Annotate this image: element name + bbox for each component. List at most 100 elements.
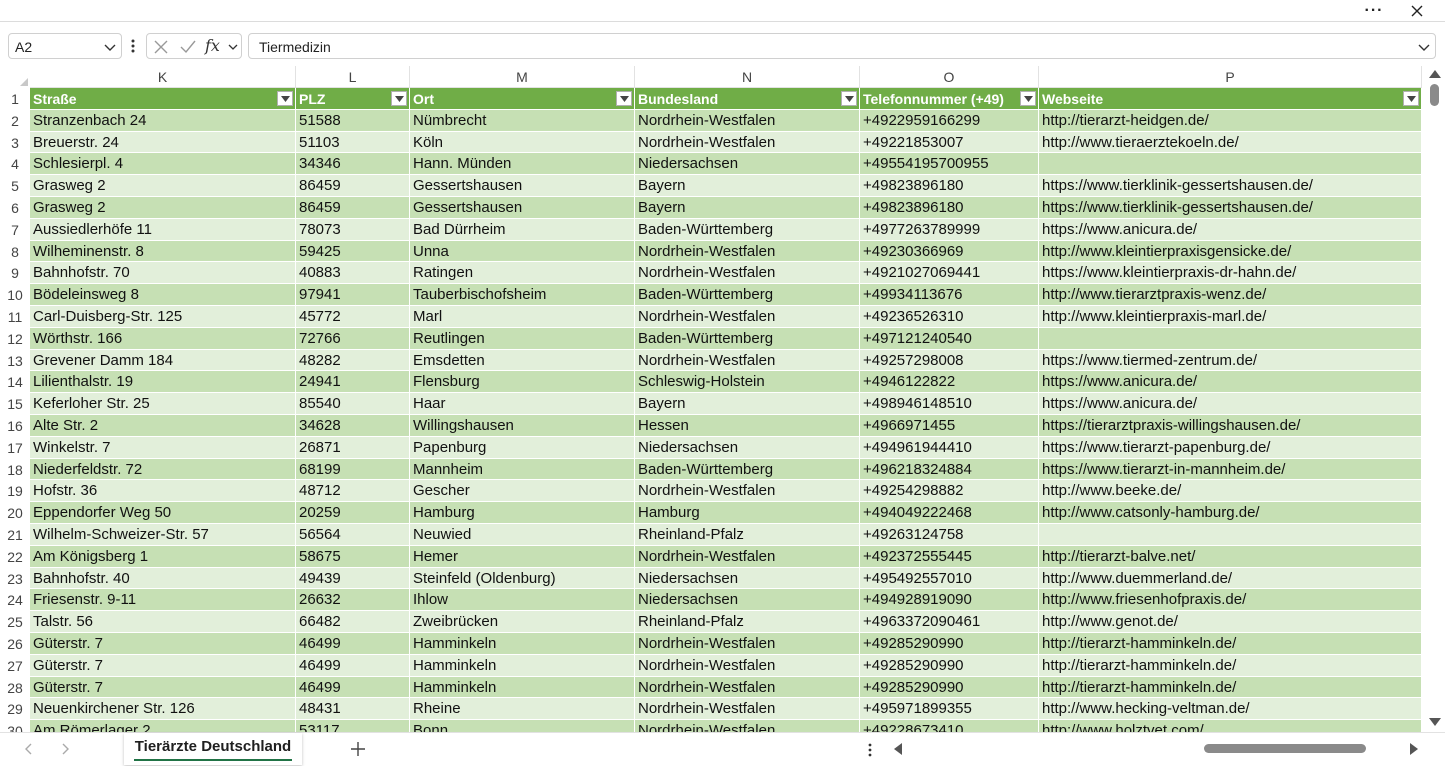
table-cell[interactable]: Winkelstr. 7 bbox=[30, 436, 296, 459]
table-cell[interactable]: Hemer bbox=[410, 545, 635, 568]
table-cell[interactable]: Neuenkirchener Str. 126 bbox=[30, 698, 296, 721]
table-cell[interactable]: 53117 bbox=[296, 720, 410, 732]
table-cell[interactable]: http://www.hecking-veltman.de/ bbox=[1039, 698, 1422, 721]
table-cell[interactable]: +49257298008 bbox=[860, 349, 1039, 372]
filter-dropdown-button[interactable] bbox=[1403, 91, 1419, 106]
table-cell[interactable]: Grevener Damm 184 bbox=[30, 349, 296, 372]
table-cell[interactable]: Unna bbox=[410, 240, 635, 263]
table-cell[interactable]: +49285290990 bbox=[860, 654, 1039, 677]
table-cell[interactable]: Nümbrecht bbox=[410, 109, 635, 132]
header-cell[interactable]: Ort bbox=[410, 88, 635, 110]
table-cell[interactable]: +4946122822 bbox=[860, 371, 1039, 394]
table-cell[interactable]: 97941 bbox=[296, 284, 410, 306]
table-cell[interactable]: +49554195700955 bbox=[860, 153, 1039, 176]
table-cell[interactable]: Nordrhein-Westfalen bbox=[635, 262, 860, 285]
row-header-22[interactable]: 22 bbox=[0, 546, 30, 568]
row-header-20[interactable]: 20 bbox=[0, 502, 30, 524]
table-cell[interactable]: 34346 bbox=[296, 153, 410, 176]
cancel-icon[interactable] bbox=[153, 39, 169, 55]
insert-function-icon[interactable]: fx bbox=[205, 36, 220, 55]
table-cell[interactable] bbox=[1039, 153, 1422, 176]
table-cell[interactable]: 51103 bbox=[296, 131, 410, 154]
table-cell[interactable]: +49230366969 bbox=[860, 240, 1039, 263]
checkmark-icon[interactable] bbox=[179, 39, 197, 55]
table-cell[interactable]: +494961944410 bbox=[860, 436, 1039, 459]
table-cell[interactable]: Hamburg bbox=[410, 502, 635, 524]
name-box[interactable]: A2 bbox=[8, 33, 122, 59]
row-header-11[interactable]: 11 bbox=[0, 306, 30, 328]
table-cell[interactable]: Baden-Württemberg bbox=[635, 458, 860, 481]
table-cell[interactable]: https://www.kleintierpraxis-dr-hahn.de/ bbox=[1039, 262, 1422, 285]
table-cell[interactable]: Schleswig-Holstein bbox=[635, 371, 860, 394]
header-cell[interactable]: Straße bbox=[30, 88, 296, 110]
row-header-18[interactable]: 18 bbox=[0, 459, 30, 481]
table-cell[interactable]: +4966971455 bbox=[860, 415, 1039, 437]
filter-dropdown-button[interactable] bbox=[616, 91, 632, 106]
table-cell[interactable]: Hessen bbox=[635, 415, 860, 437]
table-cell[interactable]: Reutlingen bbox=[410, 327, 635, 350]
table-cell[interactable]: Ihlow bbox=[410, 589, 635, 612]
table-cell[interactable]: Lilienthalstr. 19 bbox=[30, 371, 296, 394]
table-cell[interactable]: 46499 bbox=[296, 676, 410, 699]
table-cell[interactable]: Baden-Württemberg bbox=[635, 284, 860, 306]
table-cell[interactable]: +497121240540 bbox=[860, 327, 1039, 350]
table-cell[interactable]: http://www.catsonly-hamburg.de/ bbox=[1039, 502, 1422, 524]
table-cell[interactable]: Keferloher Str. 25 bbox=[30, 393, 296, 415]
table-cell[interactable]: Nordrhein-Westfalen bbox=[635, 306, 860, 328]
table-cell[interactable]: Hamminkeln bbox=[410, 633, 635, 655]
table-cell[interactable]: 68199 bbox=[296, 458, 410, 481]
table-cell[interactable]: 45772 bbox=[296, 306, 410, 328]
table-cell[interactable]: 59425 bbox=[296, 240, 410, 263]
table-cell[interactable]: Bayern bbox=[635, 197, 860, 219]
chevron-right-icon[interactable] bbox=[58, 742, 72, 756]
table-cell[interactable]: Steinfeld (Oldenburg) bbox=[410, 567, 635, 590]
table-cell[interactable]: Bayern bbox=[635, 175, 860, 197]
table-cell[interactable]: 46499 bbox=[296, 654, 410, 677]
row-header-16[interactable]: 16 bbox=[0, 415, 30, 437]
table-cell[interactable]: +498946148510 bbox=[860, 393, 1039, 415]
table-cell[interactable]: https://www.tierklinik-gessertshausen.de… bbox=[1039, 175, 1422, 197]
table-cell[interactable]: Bonn bbox=[410, 720, 635, 732]
row-header-5[interactable]: 5 bbox=[0, 175, 30, 197]
table-cell[interactable]: Nordrhein-Westfalen bbox=[635, 109, 860, 132]
row-header-30[interactable]: 30 bbox=[0, 720, 30, 732]
table-cell[interactable]: +4977263789999 bbox=[860, 218, 1039, 241]
header-cell[interactable]: PLZ bbox=[296, 88, 410, 110]
vertical-scrollbar[interactable] bbox=[1426, 66, 1445, 732]
table-cell[interactable]: http://tierarzt-hamminkeln.de/ bbox=[1039, 654, 1422, 677]
table-cell[interactable]: Nordrhein-Westfalen bbox=[635, 676, 860, 699]
table-cell[interactable]: +4922959166299 bbox=[860, 109, 1039, 132]
row-header-6[interactable]: 6 bbox=[0, 197, 30, 219]
row-header-15[interactable]: 15 bbox=[0, 393, 30, 415]
table-cell[interactable]: Nordrhein-Westfalen bbox=[635, 633, 860, 655]
table-cell[interactable]: Bödeleinsweg 8 bbox=[30, 284, 296, 306]
table-cell[interactable]: Ratingen bbox=[410, 262, 635, 285]
header-cell[interactable]: Telefonnummer (+49) bbox=[860, 88, 1039, 110]
table-cell[interactable]: 48282 bbox=[296, 349, 410, 372]
table-cell[interactable]: +49823896180 bbox=[860, 175, 1039, 197]
table-cell[interactable]: Zweibrücken bbox=[410, 611, 635, 633]
select-all-button[interactable] bbox=[0, 66, 30, 88]
table-cell[interactable]: Aussiedlerhöfe 11 bbox=[30, 218, 296, 241]
table-cell[interactable]: Papenburg bbox=[410, 436, 635, 459]
table-cell[interactable]: +4963372090461 bbox=[860, 611, 1039, 633]
header-cell[interactable]: Bundesland bbox=[635, 88, 860, 110]
table-cell[interactable]: +49285290990 bbox=[860, 676, 1039, 699]
table-cell[interactable]: 26632 bbox=[296, 589, 410, 612]
table-cell[interactable]: 86459 bbox=[296, 175, 410, 197]
table-cell[interactable] bbox=[1039, 524, 1422, 546]
chevron-down-icon[interactable] bbox=[227, 42, 239, 52]
table-cell[interactable]: http://www.duemmerland.de/ bbox=[1039, 567, 1422, 590]
table-cell[interactable]: 46499 bbox=[296, 633, 410, 655]
table-cell[interactable]: Nordrhein-Westfalen bbox=[635, 131, 860, 154]
table-cell[interactable]: +494928919090 bbox=[860, 589, 1039, 612]
column-header-n[interactable]: N bbox=[635, 66, 860, 88]
table-cell[interactable]: https://tierarztpraxis-willingshausen.de… bbox=[1039, 415, 1422, 437]
table-cell[interactable]: Güterstr. 7 bbox=[30, 654, 296, 677]
table-cell[interactable]: 58675 bbox=[296, 545, 410, 568]
row-header-12[interactable]: 12 bbox=[0, 328, 30, 350]
table-cell[interactable]: Güterstr. 7 bbox=[30, 633, 296, 655]
column-header-m[interactable]: M bbox=[410, 66, 635, 88]
row-header-3[interactable]: 3 bbox=[0, 132, 30, 154]
row-header-21[interactable]: 21 bbox=[0, 524, 30, 546]
